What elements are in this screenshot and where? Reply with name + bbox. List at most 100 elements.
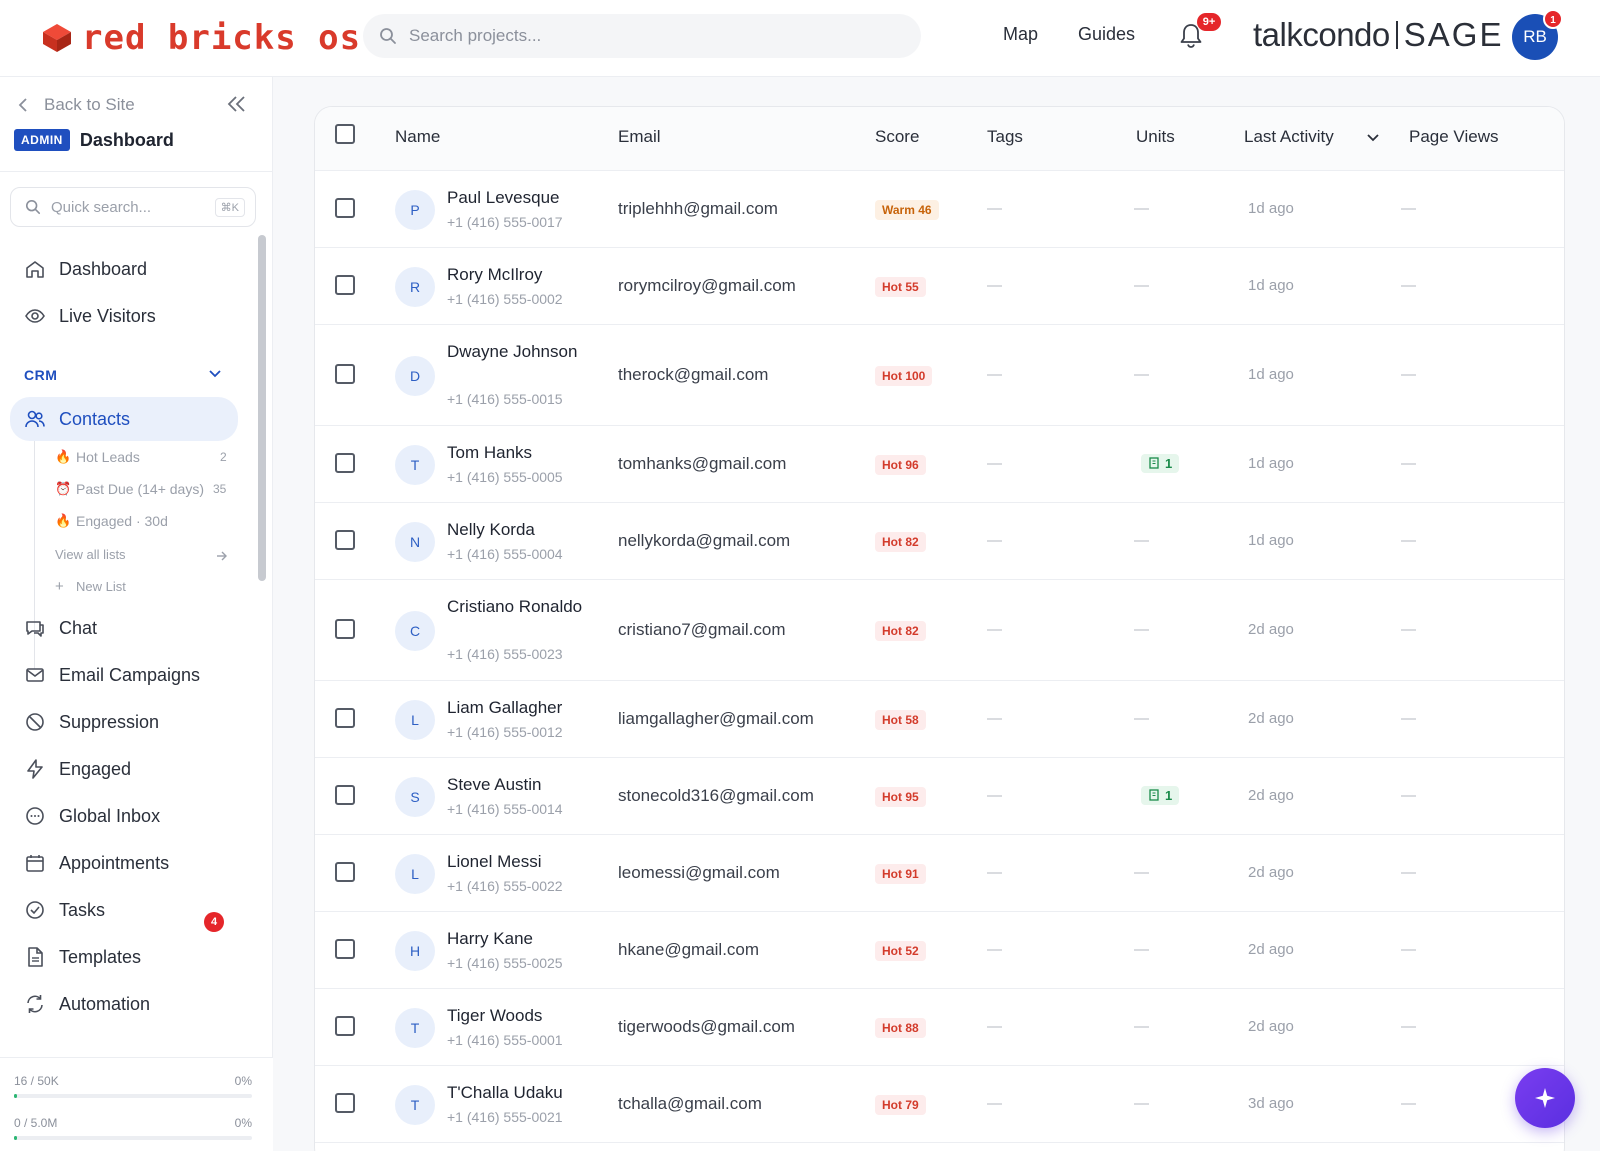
list-hot-leads[interactable]: 🔥 Hot Leads [55, 449, 140, 465]
quick-search-input[interactable] [51, 198, 211, 216]
contact-name[interactable]: Dwayne Johnson [447, 339, 597, 364]
table-row[interactable]: L Lionel Messi +1 (416) 555-0022 leomessi@g… [315, 835, 1564, 912]
sidebar-item-appointments[interactable]: Appointments [10, 842, 238, 884]
contact-name[interactable]: Lionel Messi [447, 849, 597, 874]
table-row[interactable]: T T'Challa Udaku +1 (416) 555-0021 tchalla@… [315, 1066, 1564, 1143]
table-row[interactable]: P Paul Levesque +1 (416) 555-0017 triplehhh… [315, 171, 1564, 248]
row-checkbox[interactable] [335, 1092, 355, 1113]
sidebar-item-templates[interactable]: Templates [10, 936, 238, 978]
contact-email[interactable]: tchalla@gmail.com [618, 1094, 762, 1114]
table-row[interactable]: R Rory McIlroy +1 (416) 555-0002 rorymcilro… [315, 248, 1564, 325]
avatar: N [395, 521, 435, 562]
row-checkbox[interactable] [335, 452, 355, 473]
new-list-button[interactable]: + New List [55, 579, 126, 595]
col-name[interactable]: Name [395, 127, 440, 147]
contact-name[interactable]: Steve Austin [447, 772, 597, 797]
list-past-due[interactable]: ⏰ Past Due (14+ days) [55, 481, 204, 497]
contact-name[interactable]: Paul Levesque [447, 185, 597, 210]
col-units[interactable]: Units [1136, 127, 1175, 147]
admin-header: ADMIN Dashboard [14, 129, 174, 151]
new-list-label: New List [76, 579, 126, 594]
contact-name[interactable]: T'Challa Udaku [447, 1080, 597, 1105]
units-empty: — [1134, 365, 1149, 383]
score-badge: Hot 55 [875, 276, 926, 297]
quick-search[interactable]: ⌘K [10, 187, 256, 227]
logo[interactable]: red bricks os [40, 18, 361, 58]
contact-name[interactable]: Nelly Korda [447, 517, 597, 542]
contact-name[interactable]: Cristiano Ronaldo [447, 594, 597, 619]
sidebar-item-chat[interactable]: Chat [10, 607, 238, 649]
row-checkbox[interactable] [335, 197, 355, 218]
units-badge[interactable]: 1 [1141, 785, 1180, 805]
col-page-views[interactable]: Page Views [1409, 127, 1498, 147]
row-checkbox[interactable] [335, 861, 355, 882]
chevron-down-icon[interactable] [208, 369, 222, 379]
table-row[interactable]: D Dwayne Johnson +1 (416) 555-0015 therock@… [315, 325, 1564, 426]
sidebar-item-engaged[interactable]: Engaged [10, 748, 238, 790]
table-row[interactable]: T Tom Hanks +1 (416) 555-0005 tomhanks@gmai… [315, 426, 1564, 503]
row-checkbox[interactable] [335, 707, 355, 728]
table-row[interactable]: H Harry Kane +1 (416) 555-0025 hkane@gmail.… [315, 912, 1564, 989]
score-badge: Hot 100 [875, 365, 933, 386]
col-email[interactable]: Email [618, 127, 661, 147]
avatar: T [395, 444, 435, 485]
contact-email[interactable]: tomhanks@gmail.com [618, 454, 786, 474]
ai-assistant-button[interactable] [1515, 1068, 1575, 1128]
sidebar-item-contacts[interactable]: Contacts [10, 397, 238, 441]
col-score[interactable]: Score [875, 127, 919, 147]
contact-email[interactable]: stonecold316@gmail.com [618, 786, 814, 806]
view-all-lists-link[interactable]: View all lists [55, 547, 126, 562]
sidebar-item-dashboard[interactable]: Dashboard [10, 248, 238, 290]
contact-email[interactable]: leomessi@gmail.com [618, 863, 780, 883]
sidebar-item-live-visitors[interactable]: Live Visitors [10, 295, 238, 337]
contact-name[interactable]: Liam Gallagher [447, 695, 597, 720]
row-checkbox[interactable] [335, 274, 355, 295]
units-empty: — [1134, 1017, 1149, 1035]
usage-percent: 0% [234, 1074, 252, 1088]
contact-email[interactable]: hkane@gmail.com [618, 940, 759, 960]
contact-name[interactable]: Rory McIlroy [447, 262, 597, 287]
col-last-activity[interactable]: Last Activity [1244, 127, 1334, 147]
table-row[interactable]: L Liam Gallagher +1 (416) 555-0012 liamgall… [315, 681, 1564, 758]
sort-chevron-down-icon[interactable] [1367, 134, 1379, 142]
contact-email[interactable]: tigerwoods@gmail.com [618, 1017, 795, 1037]
table-row[interactable]: S Steve Austin +1 (416) 555-0014 stonecold3… [315, 758, 1564, 835]
sidebar-item-email-campaigns[interactable]: Email Campaigns [10, 654, 238, 696]
project-search[interactable] [363, 14, 921, 58]
back-to-site-link[interactable]: Back to Site [18, 95, 135, 115]
list-engaged-30d[interactable]: 🔥 Engaged · 30d [55, 513, 168, 529]
row-checkbox[interactable] [335, 363, 355, 384]
contact-name[interactable]: Harry Kane [447, 926, 597, 951]
crm-section-label[interactable]: CRM [24, 367, 57, 383]
row-checkbox[interactable] [335, 618, 355, 639]
contact-email[interactable]: liamgallagher@gmail.com [618, 709, 814, 729]
col-tags[interactable]: Tags [987, 127, 1023, 147]
row-checkbox[interactable] [335, 938, 355, 959]
search-input[interactable] [409, 26, 889, 46]
sidebar-scrollbar[interactable] [258, 235, 266, 581]
tasks-count-badge: 4 [204, 912, 224, 932]
contact-phone: +1 (416) 555-0002 [447, 291, 563, 307]
row-checkbox[interactable] [335, 529, 355, 550]
row-checkbox[interactable] [335, 784, 355, 805]
row-checkbox[interactable] [335, 1015, 355, 1036]
sidebar-item-automation[interactable]: Automation [10, 983, 238, 1025]
nav-guides[interactable]: Guides [1078, 24, 1135, 45]
nav-map[interactable]: Map [1003, 24, 1038, 45]
table-row[interactable]: N Nelly Korda +1 (416) 555-0004 nellykorda@… [315, 503, 1564, 580]
table-row[interactable]: C Cristiano Ronaldo +1 (416) 555-0023 crist… [315, 580, 1564, 681]
collapse-sidebar-icon[interactable] [226, 95, 248, 113]
contact-name[interactable]: Tiger Woods [447, 1003, 597, 1028]
select-all-checkbox[interactable] [335, 124, 355, 144]
table-row[interactable]: T Tiger Woods +1 (416) 555-0001 tigerwoods@… [315, 989, 1564, 1066]
contact-email[interactable]: nellykorda@gmail.com [618, 531, 790, 551]
units-badge[interactable]: 1 [1141, 453, 1180, 473]
sidebar-item-suppression[interactable]: Suppression [10, 701, 238, 743]
contact-name[interactable]: Tom Hanks [447, 440, 597, 465]
contact-email[interactable]: therock@gmail.com [618, 365, 768, 385]
contact-email[interactable]: triplehhh@gmail.com [618, 199, 778, 219]
contact-email[interactable]: rorymcilroy@gmail.com [618, 276, 796, 296]
contact-email[interactable]: cristiano7@gmail.com [618, 620, 785, 640]
refresh-icon [27, 995, 43, 1013]
sidebar-item-global-inbox[interactable]: Global Inbox [10, 795, 238, 837]
